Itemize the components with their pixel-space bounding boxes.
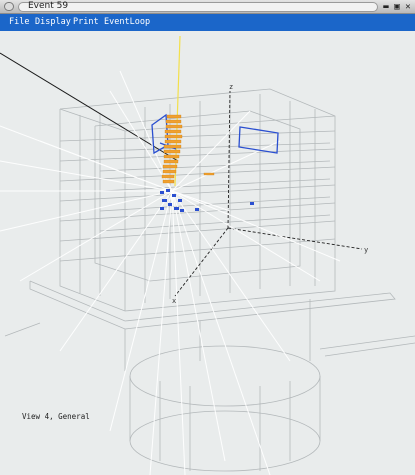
3d-event-canvas[interactable]: z y x View 4, General [0, 31, 415, 475]
menu-bar: File Display Print EventLoop [0, 14, 415, 31]
coordinate-axes [174, 90, 363, 297]
muon-track [0, 52, 179, 162]
beam-line [174, 35, 181, 187]
maximize-icon[interactable]: ▣ [392, 2, 402, 12]
detector-scene: z y x [0, 35, 415, 475]
minimize-icon[interactable]: ▬ [381, 2, 391, 12]
event-display-window: Event 59 ▬ ▣ ✕ File Display Print EventL… [0, 0, 415, 475]
z-axis-label: z [229, 83, 233, 91]
window-menu-button[interactable] [4, 2, 14, 11]
view-label: View 4, General [22, 412, 90, 421]
y-axis-label: y [364, 246, 368, 254]
menu-eventloop[interactable]: EventLoop [104, 16, 150, 29]
menu-display[interactable]: Display [35, 16, 71, 29]
x-axis-label: x [172, 297, 176, 305]
title-bar[interactable]: Event 59 ▬ ▣ ✕ [0, 0, 415, 14]
menu-file[interactable]: File [9, 16, 29, 29]
menu-print[interactable]: Print [73, 16, 99, 29]
window-title: Event 59 [28, 1, 69, 11]
close-icon[interactable]: ✕ [403, 2, 413, 12]
title-field [18, 2, 378, 12]
